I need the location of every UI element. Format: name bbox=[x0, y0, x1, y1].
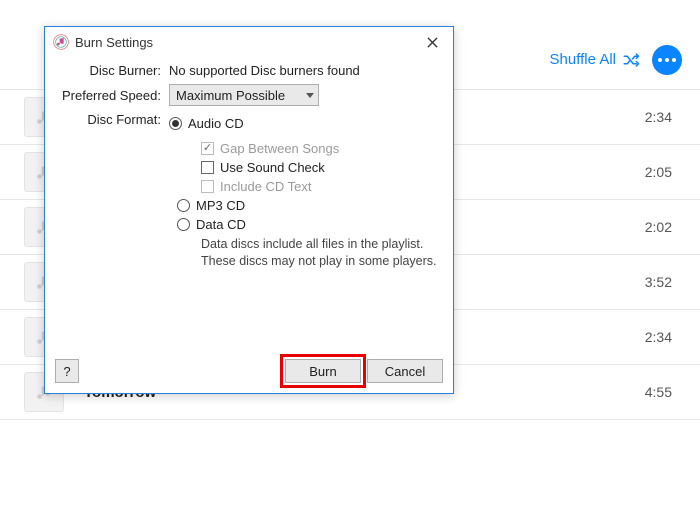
more-button[interactable] bbox=[652, 45, 682, 75]
burn-settings-dialog: Burn Settings Disc Burner: No supported … bbox=[44, 26, 454, 394]
track-duration: 2:02 bbox=[645, 219, 672, 235]
include-cd-text-checkbox[interactable] bbox=[201, 180, 214, 193]
data-cd-radio[interactable] bbox=[177, 218, 190, 231]
disc-format-label: Disc Format: bbox=[59, 112, 169, 127]
help-button[interactable]: ? bbox=[55, 359, 79, 383]
track-duration: 2:34 bbox=[645, 109, 672, 125]
disc-burner-value: No supported Disc burners found bbox=[169, 63, 439, 78]
itunes-icon bbox=[53, 34, 69, 50]
shuffle-all-label: Shuffle All bbox=[550, 51, 616, 68]
mp3-cd-radio[interactable] bbox=[177, 199, 190, 212]
data-cd-note: Data discs include all files in the play… bbox=[201, 236, 439, 270]
track-duration: 2:34 bbox=[645, 329, 672, 345]
mp3-cd-label: MP3 CD bbox=[196, 198, 245, 213]
dialog-title: Burn Settings bbox=[75, 35, 417, 50]
burn-button[interactable]: Burn bbox=[285, 359, 361, 383]
use-sound-check-label: Use Sound Check bbox=[220, 160, 325, 175]
preferred-speed-label: Preferred Speed: bbox=[59, 88, 169, 103]
gap-between-songs-checkbox[interactable] bbox=[201, 142, 214, 155]
shuffle-icon bbox=[622, 51, 640, 69]
track-duration: 4:55 bbox=[645, 384, 672, 400]
chevron-down-icon bbox=[306, 93, 314, 98]
data-cd-label: Data CD bbox=[196, 217, 246, 232]
shuffle-all-button[interactable]: Shuffle All bbox=[550, 51, 640, 69]
gap-between-songs-label: Gap Between Songs bbox=[220, 141, 339, 156]
use-sound-check-checkbox[interactable] bbox=[201, 161, 214, 174]
preferred-speed-value: Maximum Possible bbox=[176, 88, 285, 103]
dialog-body: Disc Burner: No supported Disc burners f… bbox=[45, 57, 453, 280]
dialog-titlebar[interactable]: Burn Settings bbox=[45, 27, 453, 57]
dialog-footer: ? Burn Cancel bbox=[55, 359, 443, 383]
track-duration: 3:52 bbox=[645, 274, 672, 290]
audio-cd-label: Audio CD bbox=[188, 116, 244, 131]
preferred-speed-select[interactable]: Maximum Possible bbox=[169, 84, 319, 106]
cancel-button[interactable]: Cancel bbox=[367, 359, 443, 383]
close-button[interactable] bbox=[417, 30, 447, 54]
disc-burner-label: Disc Burner: bbox=[59, 63, 169, 78]
close-icon bbox=[427, 37, 438, 48]
include-cd-text-label: Include CD Text bbox=[220, 179, 312, 194]
audio-cd-radio[interactable] bbox=[169, 117, 182, 130]
track-duration: 2:05 bbox=[645, 164, 672, 180]
